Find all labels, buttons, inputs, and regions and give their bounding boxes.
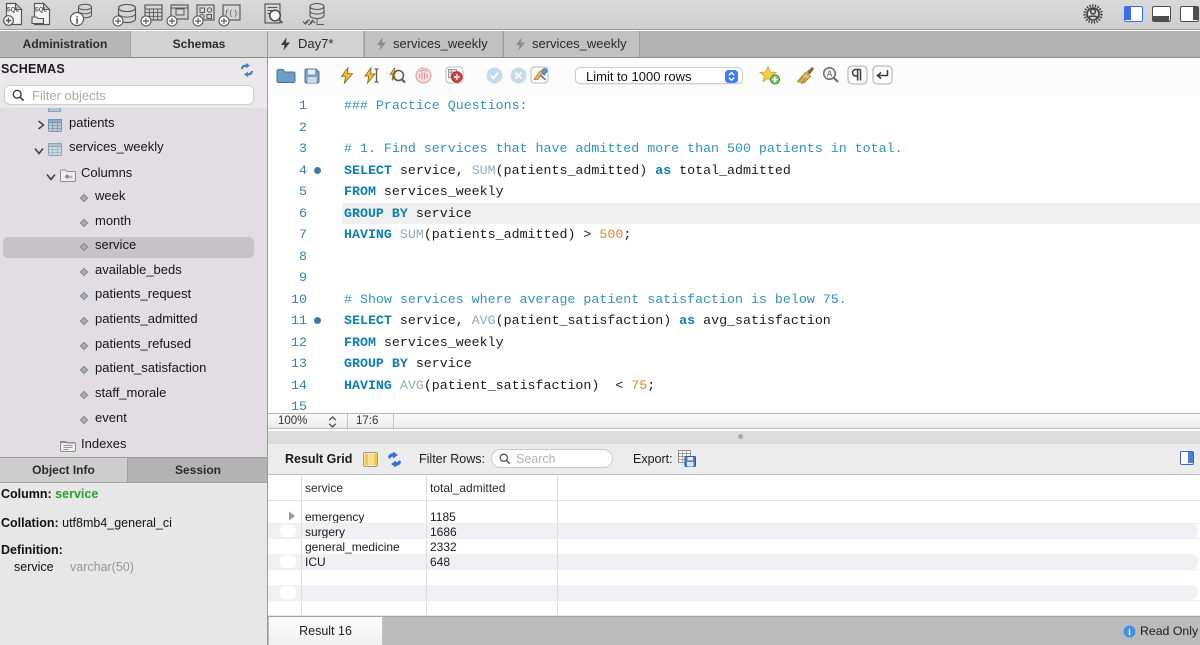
svg-text:SQL: SQL — [35, 8, 48, 14]
svg-text:SQL: SQL — [7, 8, 20, 14]
svg-text:i: i — [1128, 628, 1131, 638]
svg-text:A: A — [827, 70, 833, 79]
svg-text:( ): ( ) — [230, 9, 238, 18]
svg-text:i: i — [75, 15, 78, 27]
